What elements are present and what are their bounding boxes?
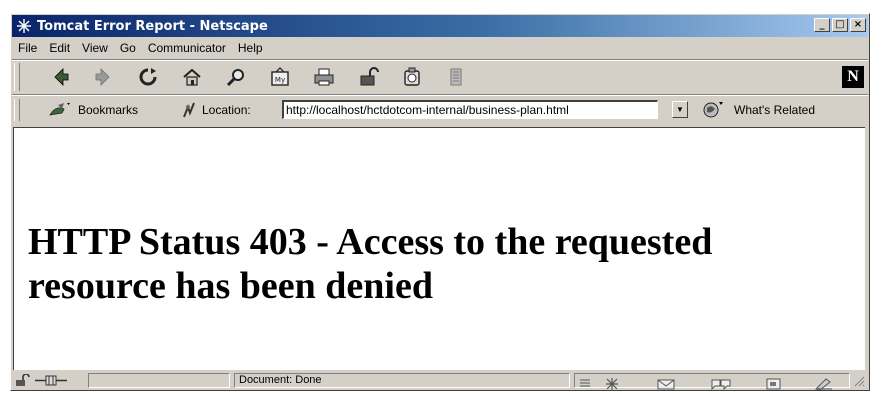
shop-icon[interactable] <box>400 65 424 89</box>
menu-bar: File Edit View Go Communicator Help <box>12 38 868 58</box>
security-icon[interactable] <box>356 65 380 89</box>
toolbar-grip[interactable] <box>14 63 20 91</box>
navigator-icon[interactable] <box>601 376 623 390</box>
location-toolbar-grip[interactable] <box>14 99 20 121</box>
location-icon[interactable] <box>180 101 198 119</box>
status-text: Document: Done <box>239 374 322 386</box>
location-toolbar: Bookmarks Location: http://localhost/hct… <box>12 96 868 124</box>
svg-text:My: My <box>275 76 285 84</box>
whats-related-button[interactable]: What's Related <box>734 103 815 117</box>
resize-grip-icon[interactable] <box>852 373 866 388</box>
bookmarks-icon[interactable] <box>48 101 72 119</box>
whats-related-icon[interactable] <box>702 100 724 120</box>
navigation-toolbar: My N <box>12 60 868 94</box>
online-status-icon[interactable] <box>34 373 68 388</box>
location-url-field[interactable]: http://localhost/hctdotcom-internal/busi… <box>282 100 658 119</box>
composer-icon[interactable] <box>813 376 835 390</box>
forward-icon[interactable] <box>92 65 116 89</box>
reload-icon[interactable] <box>136 65 160 89</box>
menu-file[interactable]: File <box>12 41 43 55</box>
search-icon[interactable] <box>224 65 248 89</box>
home-icon[interactable] <box>180 65 204 89</box>
component-bar <box>574 373 850 390</box>
netscape-app-icon <box>15 17 33 35</box>
location-label: Location: <box>202 103 251 117</box>
menu-view[interactable]: View <box>76 41 114 55</box>
component-bar-grip-icon[interactable] <box>579 376 591 390</box>
mail-icon[interactable] <box>655 376 679 390</box>
progress-bar <box>88 373 230 388</box>
page-content: HTTP Status 403 - Access to the requeste… <box>13 127 865 370</box>
title-bar[interactable]: Tomcat Error Report - Netscape _ □ × <box>12 15 868 37</box>
discussion-groups-icon[interactable] <box>709 376 733 390</box>
security-lock-icon[interactable] <box>13 373 31 388</box>
error-heading: HTTP Status 403 - Access to the requeste… <box>28 221 713 307</box>
location-dropdown-button[interactable]: ▼ <box>672 101 688 118</box>
menu-help[interactable]: Help <box>232 41 269 55</box>
menu-edit[interactable]: Edit <box>43 41 76 55</box>
bookmarks-button[interactable]: Bookmarks <box>78 103 138 117</box>
status-text-panel: Document: Done <box>234 373 570 388</box>
close-button[interactable]: × <box>850 18 866 32</box>
netscape-guide-icon[interactable]: My <box>268 65 292 89</box>
maximize-button[interactable]: □ <box>832 18 848 32</box>
browser-window: Tomcat Error Report - Netscape _ □ × Fil… <box>10 13 870 391</box>
stop-icon[interactable] <box>444 65 468 89</box>
window-title: Tomcat Error Report - Netscape <box>37 18 268 34</box>
netscape-logo[interactable]: N <box>842 66 864 88</box>
back-icon[interactable] <box>48 65 72 89</box>
menu-communicator[interactable]: Communicator <box>142 41 232 55</box>
menu-go[interactable]: Go <box>114 41 142 55</box>
chevron-down-icon: ▼ <box>676 105 684 114</box>
print-icon[interactable] <box>312 65 336 89</box>
status-bar: Document: Done <box>12 371 868 390</box>
address-book-icon[interactable] <box>763 376 785 390</box>
minimize-button[interactable]: _ <box>814 18 830 32</box>
